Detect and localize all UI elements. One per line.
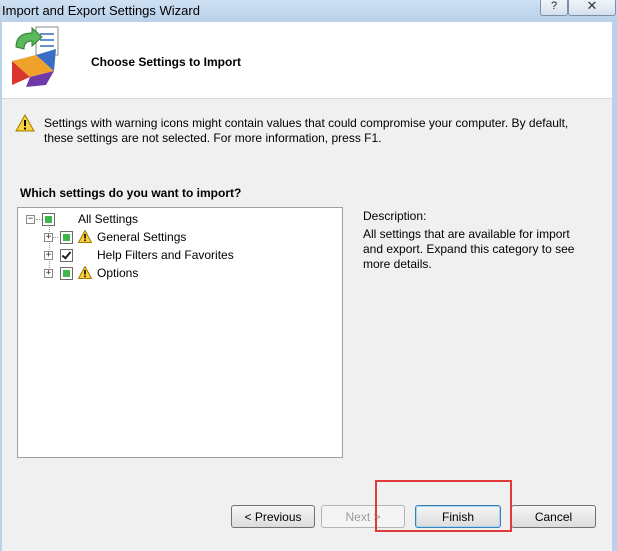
tree-item-label: General Settings	[97, 230, 187, 244]
help-filters-checkbox[interactable]	[60, 249, 73, 262]
tree-item-general-settings[interactable]: + General Settings	[18, 228, 338, 246]
tree-item-label: All Settings	[78, 212, 139, 226]
warning-message: Settings with warning icons might contai…	[44, 116, 569, 145]
previous-button[interactable]: < Previous	[231, 505, 315, 528]
wizard-logo-icon	[12, 26, 59, 87]
all-settings-checkbox[interactable]	[42, 213, 55, 226]
options-checkbox[interactable]	[60, 267, 73, 280]
settings-heading: Which settings do you want to import?	[20, 186, 242, 200]
expand-icon[interactable]: +	[44, 233, 53, 242]
expand-icon[interactable]: +	[44, 269, 53, 278]
general-settings-checkbox[interactable]	[60, 231, 73, 244]
tree-item-help-filters[interactable]: + Help Filters and Favorites	[18, 246, 338, 264]
tree-item-options[interactable]: + Options	[18, 264, 338, 282]
close-button[interactable]: ✕	[568, 0, 616, 16]
warning-icon	[78, 266, 92, 279]
settings-tree[interactable]: − All Settings + General Settings + Help…	[17, 207, 343, 458]
window-frame-left	[0, 22, 2, 551]
warning-icon	[78, 230, 92, 243]
finish-highlight-box	[375, 480, 512, 532]
window-frame-right	[612, 22, 617, 551]
tree-item-all-settings[interactable]: − All Settings	[18, 210, 338, 228]
collapse-icon[interactable]: −	[26, 215, 35, 224]
warning-icon	[15, 114, 35, 132]
description-label: Description:	[363, 209, 427, 223]
description-text: All settings that are available for impo…	[363, 227, 575, 271]
cancel-button[interactable]: Cancel	[511, 505, 596, 528]
title-bar: Import and Export Settings Wizard ? ✕	[0, 0, 617, 23]
page-title: Choose Settings to Import	[91, 55, 241, 69]
help-button[interactable]: ?	[540, 0, 568, 16]
window-title: Import and Export Settings Wizard	[2, 3, 200, 18]
wizard-header: Choose Settings to Import	[2, 22, 612, 99]
expand-icon[interactable]: +	[44, 251, 53, 260]
tree-item-label: Help Filters and Favorites	[97, 248, 234, 262]
tree-item-label: Options	[97, 266, 139, 280]
